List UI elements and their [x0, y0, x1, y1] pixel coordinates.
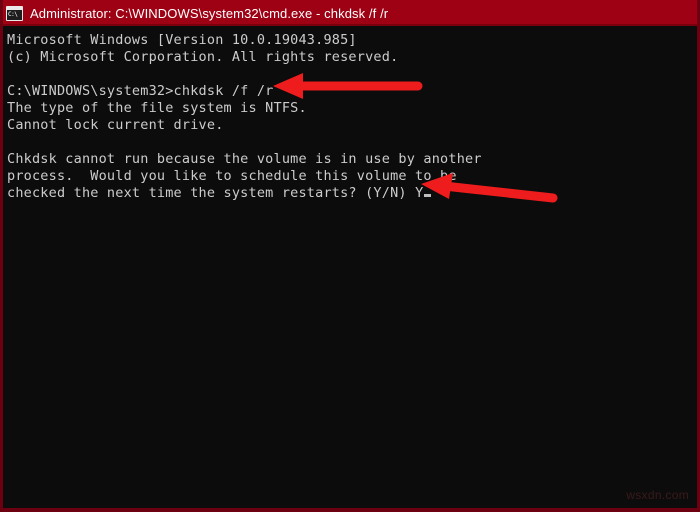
console-line-command-prompt: C:\WINDOWS\system32>chkdsk /f /r — [7, 83, 274, 99]
console-line-question: checked the next time the system restart… — [7, 185, 697, 202]
console-line: Microsoft Windows [Version 10.0.19043.98… — [7, 32, 357, 48]
console-line: process. Would you like to schedule this… — [7, 168, 457, 184]
cmd-console-icon: C:\ — [6, 5, 23, 21]
site-watermark: wsxdn.com — [626, 488, 689, 502]
console-line: Cannot lock current drive. — [7, 117, 224, 133]
command-prompt-window: C:\ Administrator: C:\WINDOWS\system32\c… — [0, 0, 700, 512]
window-titlebar[interactable]: C:\ Administrator: C:\WINDOWS\system32\c… — [3, 0, 697, 26]
console-line: The type of the file system is NTFS. — [7, 100, 307, 116]
window-title: Administrator: C:\WINDOWS\system32\cmd.e… — [30, 5, 389, 21]
cmd-icon-glyph: C:\ — [8, 10, 18, 18]
console-typed-response: Y — [415, 185, 424, 201]
console-line: (c) Microsoft Corporation. All rights re… — [7, 49, 399, 65]
console-question-text: checked the next time the system restart… — [7, 185, 416, 201]
block-cursor — [424, 194, 432, 197]
console-line: Chkdsk cannot run because the volume is … — [7, 151, 482, 167]
console-output-area[interactable]: Microsoft Windows [Version 10.0.19043.98… — [3, 26, 697, 508]
